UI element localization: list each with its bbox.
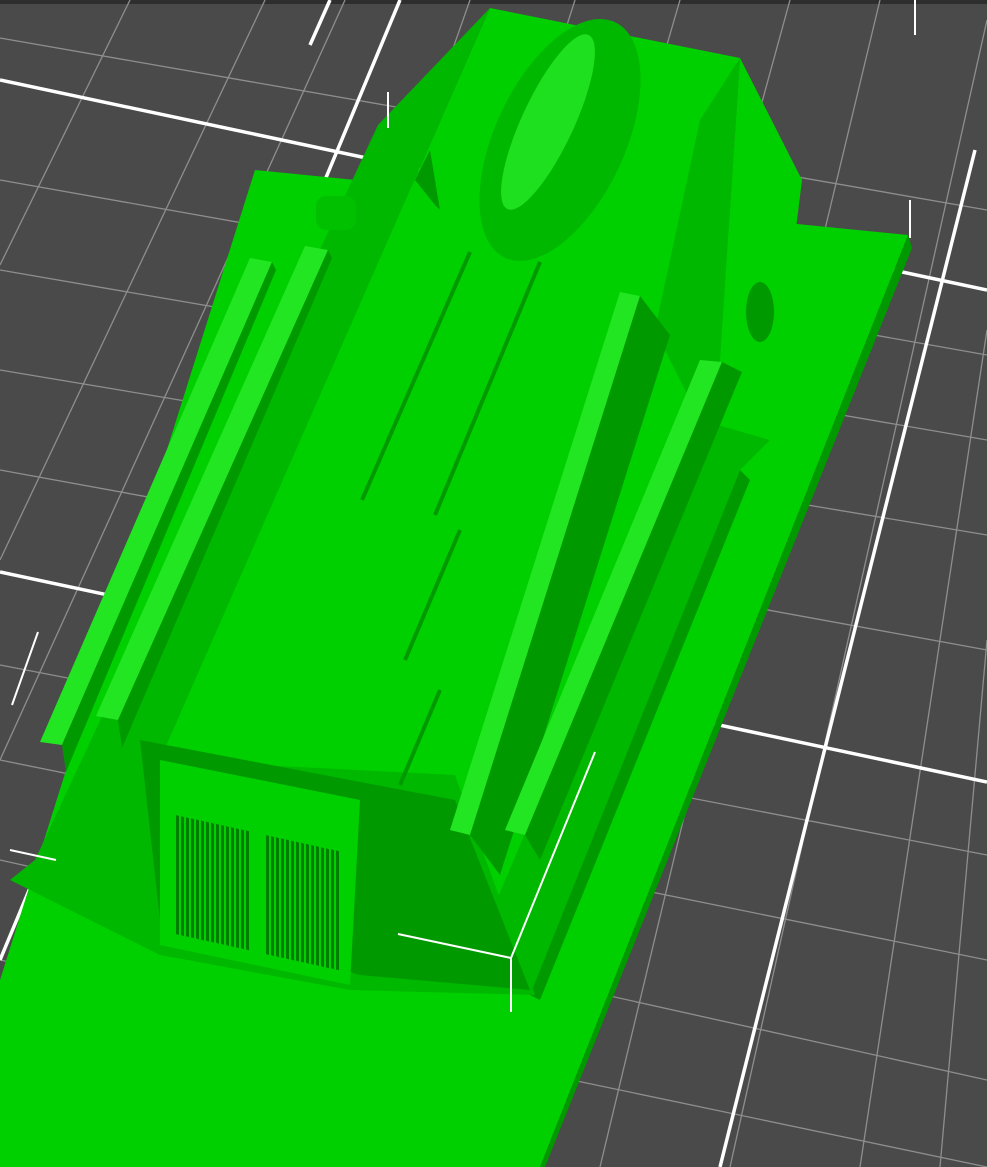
grille-slot <box>336 850 339 971</box>
grille-slot <box>281 838 284 959</box>
grille-slot <box>221 824 224 945</box>
grille-slot <box>306 843 309 964</box>
grille-slot <box>241 829 244 950</box>
model-left-nub <box>316 196 356 230</box>
grille-slot <box>186 817 189 938</box>
grille-slot <box>176 815 179 935</box>
grille-slot <box>266 835 269 955</box>
grille-slot <box>216 823 219 944</box>
grille-slot <box>291 840 294 961</box>
grille-slot <box>181 816 184 937</box>
grille-slot <box>316 846 319 966</box>
3d-model[interactable] <box>0 0 912 1167</box>
grille-slot <box>271 836 274 957</box>
model-right-port <box>746 282 774 342</box>
grille-slot <box>206 821 209 942</box>
grille-slot <box>201 820 204 941</box>
grille-slot <box>191 818 194 939</box>
grille-slot <box>226 826 229 946</box>
grille-slot <box>286 839 289 960</box>
grille-slot <box>296 841 299 962</box>
grille-slot <box>321 847 324 968</box>
grille-slot <box>196 819 199 940</box>
grille-slot <box>211 822 214 943</box>
grille-slot <box>326 848 329 969</box>
grille-slot <box>311 844 314 965</box>
3d-viewport[interactable] <box>0 0 987 1167</box>
grille-slot <box>301 842 304 963</box>
grille-slot <box>236 828 239 949</box>
grille-slot <box>246 830 249 951</box>
grille-slot <box>276 837 279 958</box>
viewport-top-edge <box>0 0 987 4</box>
grille-slot <box>331 849 334 970</box>
viewport-scene[interactable] <box>0 0 987 1167</box>
grille-slot <box>231 827 234 948</box>
